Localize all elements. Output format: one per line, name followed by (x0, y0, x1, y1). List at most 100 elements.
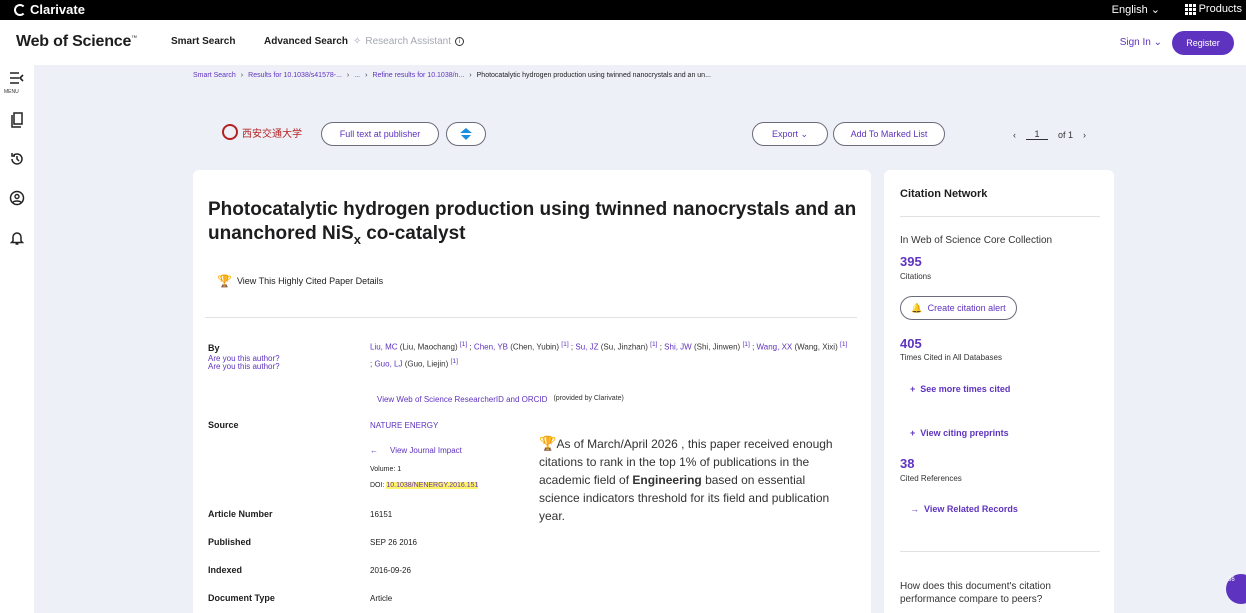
full-text-button[interactable]: Full text at publisher (321, 122, 439, 146)
journal-impact-link[interactable]: ← View Journal Impact (370, 446, 462, 455)
researcher-id-link[interactable]: View Web of Science ResearcherID and ORC… (377, 395, 547, 404)
cited-references-count[interactable]: 38 (900, 456, 914, 471)
nav-smart-search[interactable]: Smart Search (171, 36, 235, 47)
title-subscript: x (353, 231, 361, 247)
by-label: By (208, 343, 220, 353)
menu-label: MENU (4, 89, 19, 95)
doi-label: DOI: (370, 482, 385, 489)
kopernio-icon (460, 128, 472, 140)
author-fullname: (Shi, Jinwen) (693, 342, 741, 352)
page-number-input[interactable]: 1 (1026, 129, 1048, 140)
breadcrumb-ellipsis[interactable]: ... (354, 72, 360, 79)
chevron-left-icon[interactable]: ‹ (1013, 130, 1016, 140)
researcher-id-row: View Web of Science ResearcherID and ORC… (377, 395, 624, 404)
menu-icon[interactable] (8, 69, 26, 87)
clarivate-logo-icon (14, 3, 26, 16)
profile-icon[interactable] (8, 189, 26, 207)
breadcrumb-results[interactable]: Results for 10.1038/s41578-... (248, 72, 342, 79)
highly-cited-label: View This Highly Cited Paper Details (236, 276, 384, 286)
all-databases-label: Times Cited in All Databases (900, 353, 1002, 362)
view-related-records-link[interactable]: → View Related Records (910, 504, 1018, 514)
author-affiliation-ref[interactable]: [1] (561, 341, 568, 348)
divider (900, 216, 1100, 217)
breadcrumb-refine-results[interactable]: Refine results for 10.1038/n... (372, 72, 464, 79)
citations-label: Citations (900, 272, 932, 281)
source-journal-link[interactable]: NATURE ENERGY (370, 421, 438, 430)
clarivate-logo[interactable]: Clarivate (14, 2, 85, 17)
add-marked-list-button[interactable]: Add To Marked List (833, 122, 945, 146)
indexed-value: 2016-09-26 (370, 566, 411, 575)
divider (205, 317, 857, 318)
arrow-left-icon: ← (370, 446, 378, 455)
university-logo[interactable]: 西安交通大学 (222, 124, 302, 140)
author-link[interactable]: Chen, YB (474, 343, 508, 352)
language-label: English (1111, 4, 1148, 16)
author-fullname: (Liu, Maochang) (399, 342, 458, 352)
breadcrumb-smart-search[interactable]: Smart Search (193, 72, 236, 79)
plus-icon: + (910, 384, 916, 394)
highly-cited-link[interactable]: 🏆 View This Highly Cited Paper Details (217, 274, 383, 288)
author-fullname: (Su, Jinzhan) (600, 342, 648, 352)
citations-count[interactable]: 395 (900, 254, 922, 269)
kopernio-button[interactable] (446, 122, 486, 146)
record-card: Photocatalytic hydrogen production using… (193, 170, 871, 613)
article-number-value: 16151 (370, 510, 393, 519)
author-affiliation-ref[interactable]: [1] (460, 341, 467, 348)
source-label: Source (208, 420, 239, 430)
sign-in-label: Sign In (1119, 37, 1151, 48)
author-affiliation-ref[interactable]: [1] (451, 358, 458, 365)
author-link[interactable]: Su, JZ (575, 343, 598, 352)
divider (900, 551, 1100, 552)
plus-icon: + (910, 428, 916, 438)
notification-badge: 36 (1228, 577, 1235, 583)
chevron-down-icon: ⌄ (1153, 37, 1162, 48)
title-suffix: co-catalyst (360, 223, 466, 244)
volume-value: Volume: 1 (370, 466, 402, 473)
author-list: Liu, MC (Liu, Maochang) [1] ; Chen, YB (… (370, 341, 848, 369)
author-affiliation-ref[interactable]: [1] (650, 341, 657, 348)
author-affiliation-ref[interactable]: [1] (742, 341, 749, 348)
see-more-times-cited-link[interactable]: + See more times cited (910, 384, 1010, 394)
info-icon[interactable]: i (455, 37, 464, 46)
author-link[interactable]: Shi, JW (664, 343, 692, 352)
arrow-right-icon: → (910, 504, 919, 514)
published-label: Published (208, 537, 252, 547)
doi-link[interactable]: 10.1038/NENERGY.2016.151 (386, 482, 479, 489)
see-more-label: See more times cited (920, 384, 1011, 394)
author-link[interactable]: Guo, LJ (374, 359, 402, 368)
nav-advanced-search[interactable]: Advanced Search (264, 36, 348, 47)
sign-in-menu[interactable]: Sign In ⌄ (1120, 37, 1162, 48)
highly-cited-note: 🏆As of March/April 2026 , this paper rec… (539, 434, 849, 525)
bell-icon[interactable] (8, 229, 26, 247)
citation-network-panel: Citation Network In Web of Science Core … (884, 170, 1114, 613)
language-select[interactable]: English ⌄ (1112, 3, 1160, 16)
view-citing-preprints-link[interactable]: + View citing preprints (910, 428, 1009, 438)
export-button[interactable]: Export ⌄ (752, 122, 828, 146)
all-databases-count[interactable]: 405 (900, 336, 922, 351)
create-citation-alert-button[interactable]: 🔔 Create citation alert (900, 296, 1017, 320)
hc-note-field: Engineering (632, 473, 702, 487)
products-menu[interactable]: Products (1184, 3, 1242, 15)
breadcrumb-separator: › (469, 72, 472, 79)
breadcrumb-current: Photocatalytic hydrogen production using… (476, 72, 711, 79)
history-icon[interactable] (8, 150, 26, 168)
marked-list-icon[interactable] (8, 111, 26, 129)
author-link[interactable]: Wang, XX (757, 343, 793, 352)
university-name: 西安交通大学 (242, 128, 302, 140)
record-title: Photocatalytic hydrogen production using… (208, 198, 858, 252)
author-link[interactable]: Liu, MC (370, 343, 398, 352)
register-button[interactable]: Register (1172, 31, 1234, 55)
web-of-science-logo[interactable]: Web of Science™ (16, 33, 137, 51)
bell-icon: 🔔 (911, 302, 923, 313)
chevron-right-icon[interactable]: › (1083, 130, 1086, 140)
title-text: Photocatalytic hydrogen production using… (208, 199, 857, 244)
are-you-author-link[interactable]: Are you this author? Are you this author… (208, 355, 280, 371)
are-you-author-text: Are you this author? (208, 362, 280, 371)
author-affiliation-ref[interactable]: [1] (840, 341, 847, 348)
chevron-down-icon: ⌄ (800, 128, 809, 139)
provided-by-note: (provided by Clarivate) (553, 395, 624, 402)
create-alert-label: Create citation alert (927, 303, 1006, 313)
nav-research-assistant[interactable]: ✧ Research Assistant i (353, 36, 464, 47)
author-fullname: (Chen, Yubin) (510, 342, 560, 352)
breadcrumb-separator: › (346, 72, 350, 79)
